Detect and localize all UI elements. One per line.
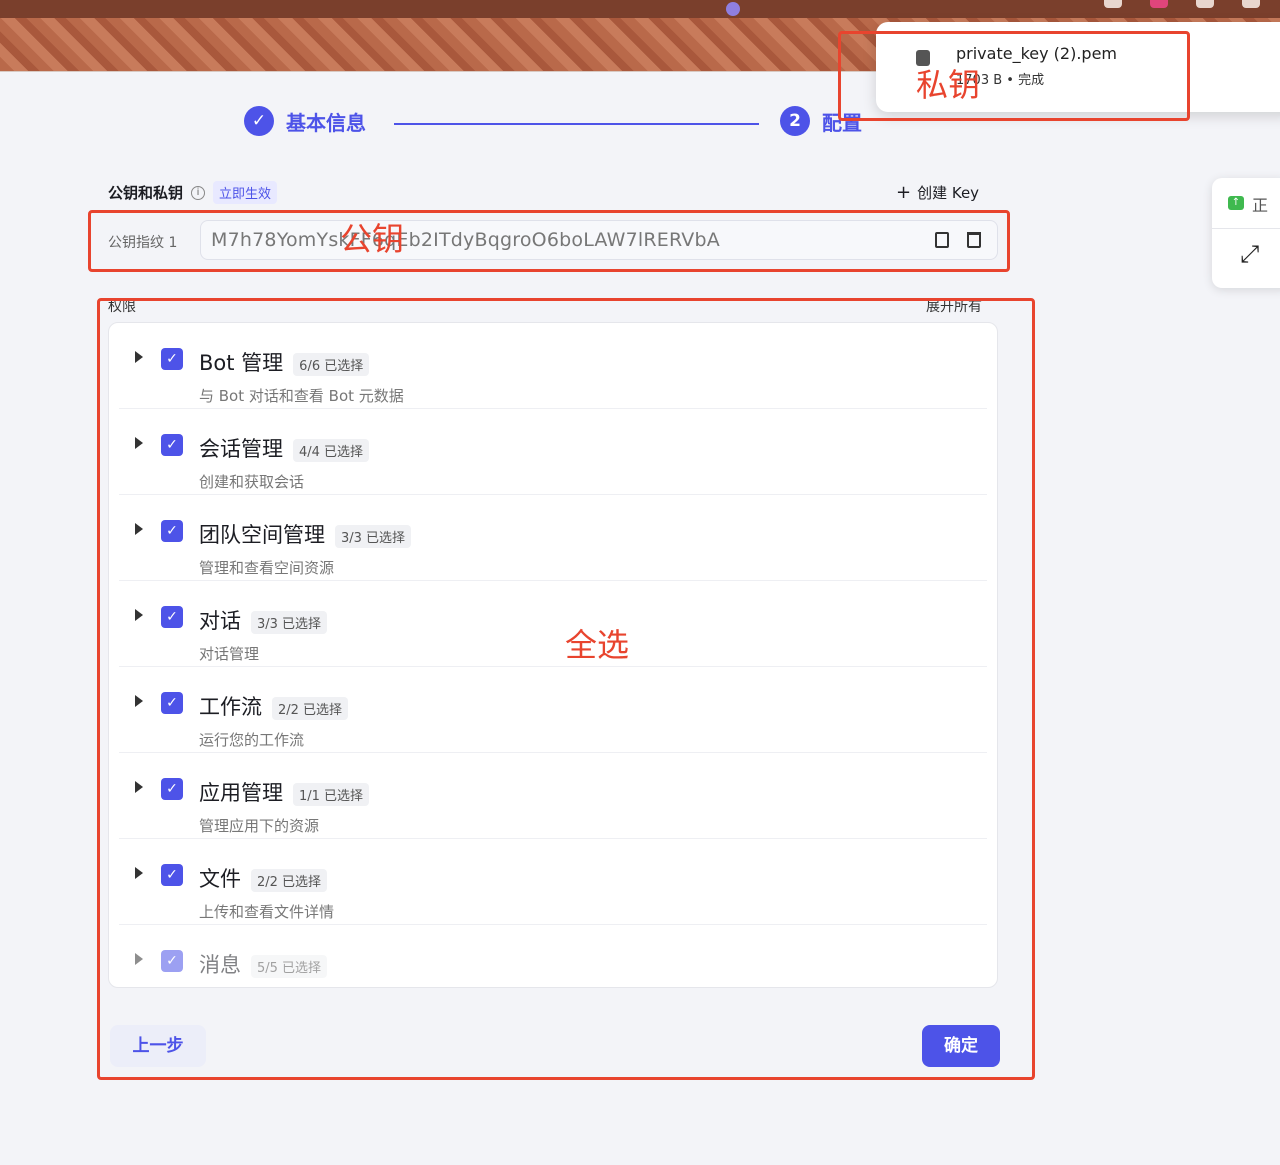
browser-toolbar-strip [0,0,1280,18]
annotation-box-select-all [97,298,1035,1080]
step-number: 2 [780,106,810,136]
stepper: ✓ 基本信息 2 配置 [244,106,884,138]
status-badge: 立即生效 [213,181,278,204]
plus-icon: + [896,182,912,203]
annotation-private-key: 私钥 [916,66,981,104]
create-key-label: 创建 Key [917,184,980,202]
step-basic-info[interactable]: ✓ 基本信息 [244,106,366,136]
toolbar-icons [1104,0,1260,8]
extension-icon[interactable] [1150,0,1168,8]
annotation-box-public-key [88,210,1010,272]
check-icon: ✓ [244,106,274,136]
upload-icon[interactable]: ↑ [1228,196,1244,210]
keys-title: 公钥和私钥 [108,184,184,202]
step-label: 基本信息 [286,110,366,135]
star-icon[interactable] [1104,0,1122,8]
create-key-button[interactable]: + 创建 Key [896,182,979,203]
keys-section-title: 公钥和私钥 i 立即生效 [108,181,278,204]
annotation-public-key: 公钥 [340,220,405,258]
annotation-box-private-key [838,31,1190,121]
profile-icon[interactable] [1242,0,1260,8]
info-icon[interactable]: i [191,185,206,200]
divider [1212,228,1280,229]
side-widget-text: 正 [1252,196,1269,215]
side-widget[interactable]: ↑ 正 ⤢ [1212,178,1280,288]
tab-indicator-dot [726,2,740,16]
expand-icon[interactable]: ⤢ [1240,240,1259,268]
window-icon[interactable] [1196,0,1214,8]
annotation-select-all: 全选 [565,626,630,664]
step-connector [394,123,759,125]
